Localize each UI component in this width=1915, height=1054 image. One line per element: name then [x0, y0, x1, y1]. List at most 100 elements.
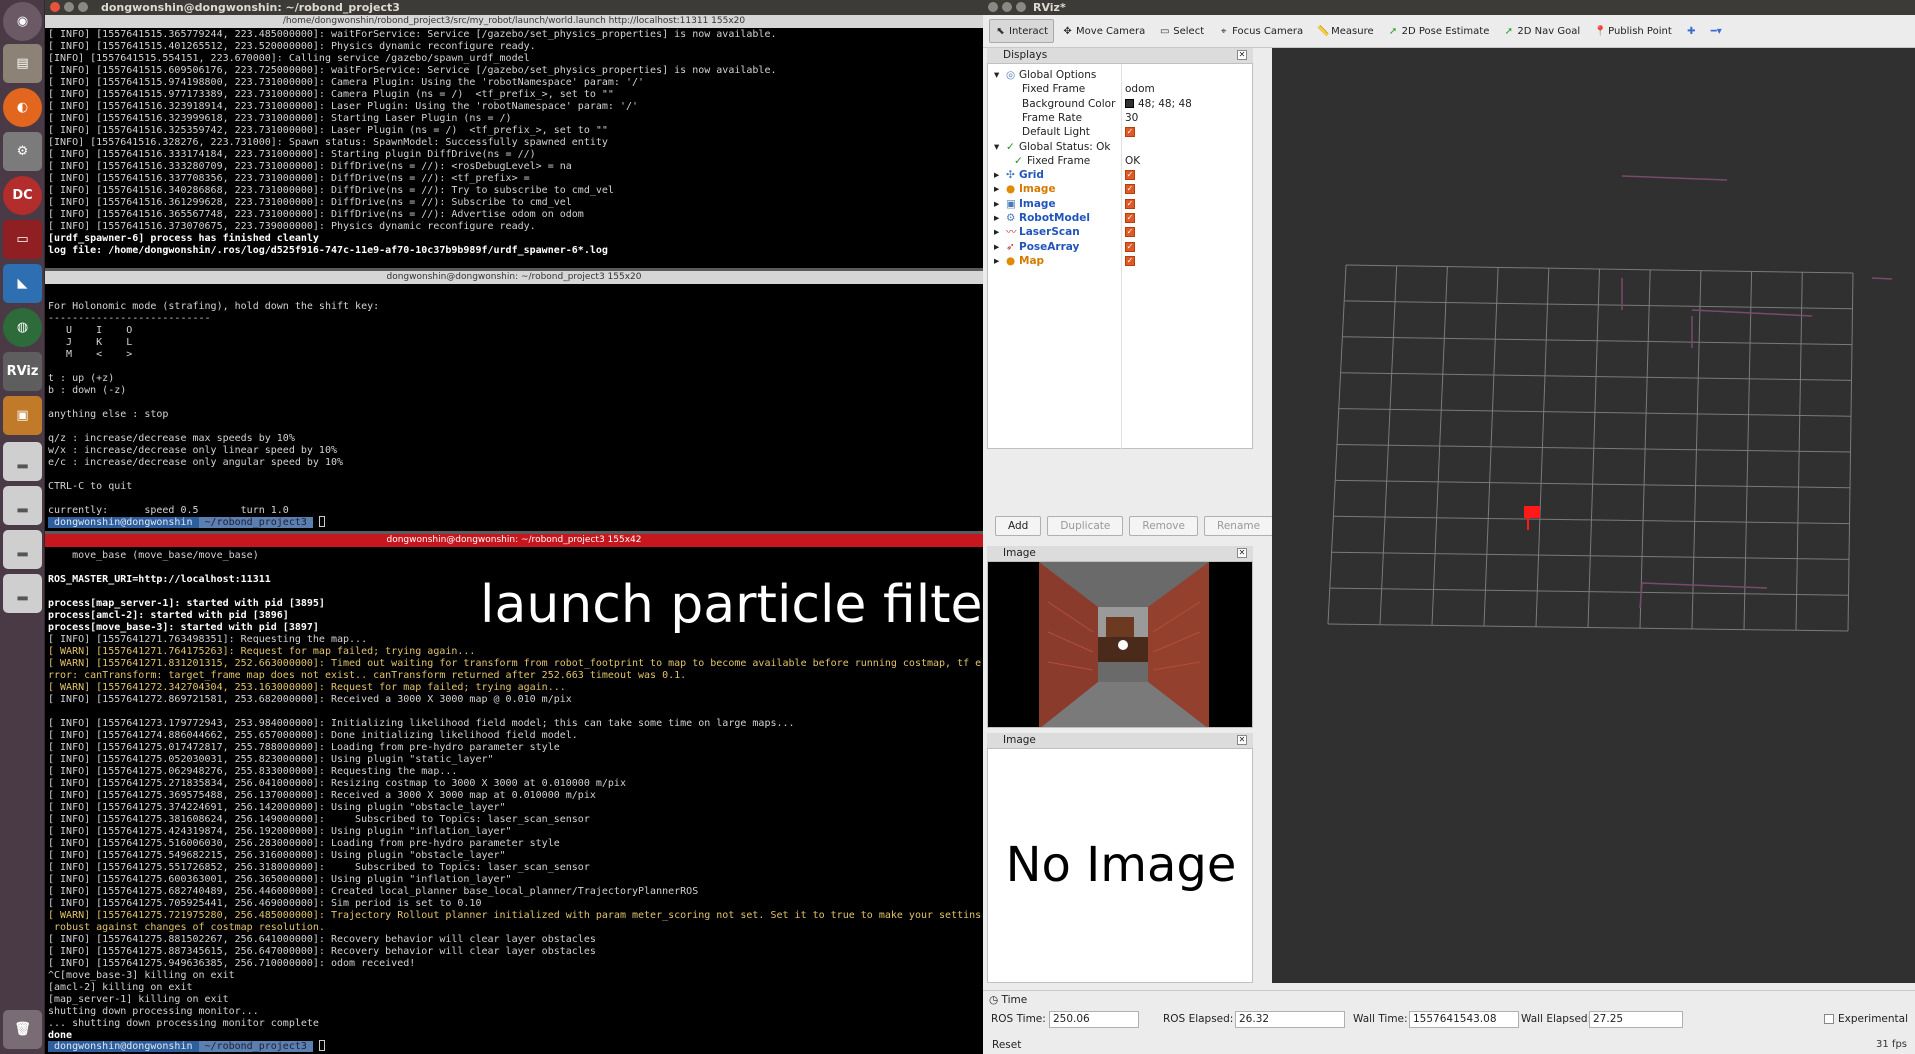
rviz-title: RViz*	[1033, 1, 1066, 14]
2d-nav-goal-tool[interactable]: ➚ 2D Nav Goal	[1497, 19, 1586, 43]
drive-2-icon[interactable]: ▂	[3, 486, 42, 525]
close-icon[interactable]: ✕	[1237, 50, 1247, 60]
terminal-pane-world-launch[interactable]: /home/dongwonshin/robond_project3/src/my…	[45, 15, 983, 268]
gazebo-icon[interactable]: ◍	[3, 308, 42, 347]
display-value-cell[interactable]: 48; 48; 48	[1125, 97, 1192, 111]
display-value-cell[interactable]: OK	[1125, 154, 1140, 168]
settings-gear-icon[interactable]: ⚙	[3, 132, 42, 171]
select-tool[interactable]: ▭ Select	[1153, 19, 1210, 43]
enable-checkbox[interactable]: ✓	[1125, 255, 1135, 266]
expand-arrow-icon[interactable]: ▸	[994, 240, 999, 254]
publish-point-tool[interactable]: 📍 Publish Point	[1588, 19, 1678, 43]
maximize-icon[interactable]	[78, 2, 88, 12]
display-row[interactable]: ▸ ▣ Image ✓	[988, 197, 1252, 211]
expand-arrow-icon[interactable]: ▸	[994, 254, 999, 268]
plus-icon-tool[interactable]: ✚	[1680, 19, 1703, 43]
move-camera-tool[interactable]: ✥ Move Camera	[1056, 19, 1151, 43]
display-row[interactable]: Background Color 48; 48; 48	[988, 97, 1252, 111]
enable-checkbox[interactable]: ✓	[1125, 227, 1135, 238]
display-row[interactable]: ▾ ◎ Global Options	[988, 68, 1252, 82]
measure-tool[interactable]: 📏 Measure	[1311, 19, 1380, 43]
maximize-icon[interactable]	[1016, 2, 1026, 12]
display-row[interactable]: ▸ ● Map ✓	[988, 254, 1252, 268]
rviz-icon[interactable]: RViz	[3, 352, 42, 391]
display-row[interactable]: Default Light ✓	[988, 125, 1252, 139]
ros-elapsed-field[interactable]: 26.32	[1235, 1011, 1345, 1028]
duplicate-button[interactable]: Duplicate	[1047, 516, 1124, 536]
expand-arrow-icon[interactable]: ▾	[994, 68, 999, 82]
expand-arrow-icon[interactable]: ▾	[994, 140, 999, 154]
minimize-icon[interactable]	[64, 2, 74, 12]
rename-button[interactable]: Rename	[1204, 516, 1274, 536]
expand-arrow-icon[interactable]: ▸	[994, 182, 999, 196]
minus-dropdown-icon-tool[interactable]: ━▾	[1705, 19, 1728, 43]
expand-arrow-icon[interactable]: ▸	[994, 168, 999, 182]
reset-button[interactable]: Reset	[987, 1038, 1026, 1052]
tool-label: 2D Nav Goal	[1517, 25, 1581, 37]
display-name: Fixed Frame	[1022, 83, 1086, 96]
expand-arrow-icon[interactable]: ▸	[994, 225, 999, 239]
ros-time-field[interactable]: 250.06	[1049, 1011, 1139, 1028]
experimental-label: Experimental	[1838, 1013, 1909, 1025]
terminal-pane-teleop[interactable]: dongwonshin@dongwonshin: ~/robond_projec…	[45, 271, 983, 531]
display-value-cell[interactable]: 30	[1125, 111, 1138, 125]
color-swatch[interactable]	[1125, 99, 1134, 109]
terminator-window: dongwonshin@dongwonshin: ~/robond_projec…	[45, 0, 1004, 1054]
terminal-line: [ INFO] [1557641516.333174184, 223.73100…	[48, 149, 536, 160]
drive-3-icon[interactable]: ▂	[3, 530, 42, 569]
terminal-line: [ INFO] [1557641275.682740489, 256.44600…	[48, 886, 699, 897]
robot-model[interactable]	[1524, 506, 1540, 518]
display-row[interactable]: Fixed Frame odom	[988, 82, 1252, 96]
display-row[interactable]: ▸ 〰 LaserScan ✓	[988, 225, 1252, 239]
firefox-icon[interactable]: ◐	[3, 88, 42, 127]
ok-check-icon: ✓	[1006, 140, 1015, 153]
expand-arrow-icon[interactable]: ▸	[994, 197, 999, 211]
3d-viewport[interactable]	[1272, 48, 1915, 983]
enable-checkbox[interactable]: ✓	[1125, 127, 1135, 138]
experimental-checkbox[interactable]	[1824, 1014, 1834, 1024]
terminal-line: [ INFO] [1557641275.271835834, 256.04100…	[48, 778, 626, 789]
close-icon[interactable]: ✕	[1237, 735, 1247, 745]
remove-button[interactable]: Remove	[1129, 516, 1198, 536]
trash-icon[interactable]: 🗑	[3, 1010, 42, 1049]
terminal-line: [ INFO] [1557641516.323999618, 223.73100…	[48, 113, 512, 124]
pane-tab-2: dongwonshin@dongwonshin: ~/robond_projec…	[45, 271, 983, 284]
dc-app-icon[interactable]: DC	[3, 176, 42, 215]
display-row[interactable]: ▸ ✣ Grid ✓	[988, 168, 1252, 182]
enable-checkbox[interactable]: ✓	[1125, 184, 1135, 195]
add-button[interactable]: Add	[995, 516, 1042, 536]
display-row[interactable]: ▸ ● Image ✓	[988, 182, 1252, 196]
terminal-icon[interactable]: ▭	[3, 220, 42, 259]
focus-camera-tool[interactable]: ⌖ Focus Camera	[1212, 19, 1309, 43]
ros-time-label: ROS Time:	[991, 1013, 1046, 1025]
2d-pose-estimate-tool[interactable]: ➚ 2D Pose Estimate	[1382, 19, 1496, 43]
display-row[interactable]: ▸ ➶ PoseArray ✓	[988, 240, 1252, 254]
ubuntu-logo-icon[interactable]: ◉	[3, 2, 42, 41]
close-icon[interactable]	[50, 2, 60, 12]
enable-checkbox[interactable]: ✓	[1125, 213, 1135, 223]
display-row[interactable]: ▸ ⚙ RobotModel ✓	[988, 211, 1252, 225]
interact-tool[interactable]: ⬉ Interact	[989, 19, 1055, 43]
close-icon[interactable]	[988, 2, 998, 12]
files-icon[interactable]: ▤	[3, 44, 42, 83]
display-name: Global Status: Ok	[1019, 140, 1111, 153]
vscode-icon[interactable]: ◣	[3, 264, 42, 303]
drive-4-icon[interactable]: ▂	[3, 574, 42, 613]
wall-elapsed-field[interactable]: 27.25	[1589, 1011, 1683, 1028]
display-value: 30	[1125, 111, 1139, 124]
box-app-icon[interactable]: ▣	[3, 396, 42, 435]
expand-arrow-icon[interactable]: ▸	[994, 211, 999, 225]
terminal-title: dongwonshin@dongwonshin: ~/robond_projec…	[101, 1, 400, 14]
close-icon[interactable]: ✕	[1237, 548, 1247, 558]
wall-time-field[interactable]: 1557641543.08	[1409, 1011, 1519, 1028]
display-row[interactable]: Frame Rate 30	[988, 111, 1252, 125]
ok-check-icon: ✓	[1014, 154, 1023, 167]
display-row[interactable]: ✓ Fixed Frame OK	[988, 154, 1252, 168]
minimize-icon[interactable]	[1002, 2, 1012, 12]
drive-1-icon[interactable]: ▂	[3, 442, 42, 481]
enable-checkbox[interactable]: ✓	[1125, 170, 1135, 181]
enable-checkbox[interactable]: ✓	[1125, 241, 1135, 252]
display-value-cell[interactable]: odom	[1125, 82, 1155, 96]
enable-checkbox[interactable]: ✓	[1125, 198, 1135, 209]
display-row[interactable]: ▾ ✓ Global Status: Ok	[988, 140, 1252, 154]
